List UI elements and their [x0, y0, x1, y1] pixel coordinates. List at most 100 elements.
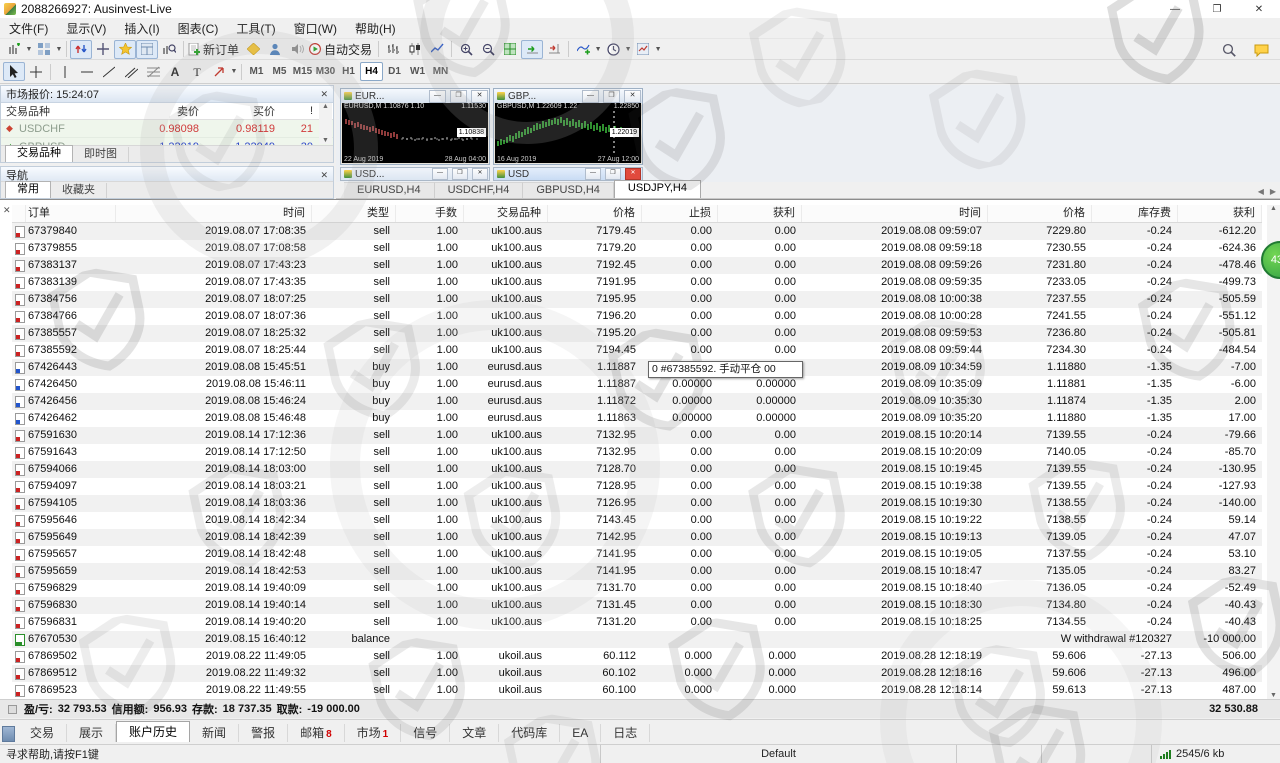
col-lots[interactable]: 手数 [396, 205, 464, 222]
profiles-caret-icon[interactable]: ▼ [55, 46, 63, 53]
metaeditor-button[interactable] [242, 40, 264, 59]
col-open-time[interactable]: 时间 [116, 205, 312, 222]
strategy-tester-toggle[interactable] [158, 40, 180, 59]
col-close-time[interactable]: 时间 [802, 205, 988, 222]
data-window-toggle[interactable] [92, 40, 114, 59]
history-row[interactable]: 67384766 2019.08.07 18:07:36 sell 1.00 u… [12, 308, 1262, 325]
new-order-button[interactable]: 新订单 [187, 40, 242, 59]
chart-tab[interactable]: GBPUSD,H4 [523, 182, 614, 198]
chart-restore-icon[interactable]: ❐ [452, 168, 468, 180]
history-row[interactable]: 67384756 2019.08.07 18:07:25 sell 1.00 u… [12, 291, 1262, 308]
chart-canvas[interactable]: EURUSD,M 1.10876 1.10 1.11530 1.10838 22 … [342, 103, 488, 163]
terminal-toggle[interactable] [136, 39, 158, 59]
minimized-chart-usdchf[interactable]: USD... — ❐ ✕ [340, 167, 490, 181]
terminal-tab[interactable]: 日志 [601, 724, 651, 742]
sound-button[interactable] [286, 40, 308, 59]
profiles-button[interactable] [33, 40, 55, 59]
bar-chart-button[interactable] [382, 40, 404, 59]
scroll-up-icon[interactable]: ▲ [1270, 205, 1277, 212]
history-row[interactable]: 67594066 2019.08.14 18:03:00 sell 1.00 u… [12, 461, 1262, 478]
scroll-up-icon[interactable]: ▲ [322, 103, 329, 110]
channel-tool-button[interactable] [120, 62, 142, 81]
horizontal-line-tool-button[interactable] [76, 62, 98, 81]
chart-minimize-icon[interactable]: — [585, 168, 601, 180]
history-row[interactable]: 67869502 2019.08.22 11:49:05 sell 1.00 u… [12, 648, 1262, 665]
history-row[interactable]: 67426450 2019.08.08 15:46:11 buy 1.00 eu… [12, 376, 1262, 393]
chart-tab[interactable]: EURUSD,H4 [344, 182, 435, 198]
periods-caret-icon[interactable]: ▼ [624, 46, 632, 53]
indicators-caret-icon[interactable]: ▼ [594, 46, 602, 53]
minimize-window-icon[interactable]: — [1154, 0, 1196, 18]
chart-canvas[interactable]: GBPUSD,M 1.22609 1.22 1.22850 1.22019 16 … [495, 103, 641, 163]
market-watch-titlebar[interactable]: 市场报价: 15:24:07 ✕ [1, 86, 333, 103]
history-row[interactable]: 67385557 2019.08.07 18:25:32 sell 1.00 u… [12, 325, 1262, 342]
col-swap[interactable]: 库存费 [1092, 205, 1178, 222]
trendline-tool-button[interactable] [98, 62, 120, 81]
terminal-tab[interactable]: 账户历史 [116, 721, 191, 742]
maximize-window-icon[interactable]: ❐ [1196, 0, 1238, 18]
chart-restore-icon[interactable]: ❐ [450, 89, 467, 103]
menu-item[interactable]: 插入(I) [115, 18, 168, 39]
tab-scroll-left-icon[interactable]: ◀ [1258, 187, 1264, 196]
col-symbol[interactable]: 交易品种 [464, 205, 548, 222]
col-type[interactable]: 类型 [312, 205, 396, 222]
history-row[interactable]: 67596829 2019.08.14 19:40:09 sell 1.00 u… [12, 580, 1262, 597]
mw-col-symbol[interactable]: 交易品种 [1, 103, 119, 119]
templates-button[interactable] [632, 40, 654, 59]
history-row[interactable]: 67426443 2019.08.08 15:45:51 buy 1.00 eu… [12, 359, 1262, 376]
history-row[interactable]: 67383139 2019.08.07 17:43:35 sell 1.00 u… [12, 274, 1262, 291]
chart-minimize-icon[interactable]: — [432, 168, 448, 180]
market-watch-scrollbar[interactable]: ▲ ▼ [319, 103, 332, 144]
market-watch-close-icon[interactable]: ✕ [320, 89, 328, 100]
chart-window-titlebar[interactable]: EUR... — ❐ ✕ [341, 89, 489, 103]
market-watch-tab[interactable]: 交易品种 [5, 145, 73, 162]
indicators-button[interactable] [572, 40, 594, 59]
zoom-out-button[interactable] [477, 40, 499, 59]
history-row[interactable]: 67591630 2019.08.14 17:12:36 sell 1.00 u… [12, 427, 1262, 444]
terminal-tab[interactable]: 展示 [67, 724, 117, 742]
line-chart-button[interactable] [426, 40, 448, 59]
chart-tab[interactable]: USDJPY,H4 [613, 180, 701, 198]
period-button[interactable]: D1 [383, 62, 406, 81]
period-button[interactable]: M15 [291, 62, 314, 81]
col-profit[interactable]: 获利 [1178, 205, 1262, 222]
candlestick-chart-button[interactable] [404, 40, 426, 59]
col-stop-loss[interactable]: 止损 [642, 205, 718, 222]
terminal-tab[interactable]: 市场 1 [345, 724, 402, 742]
scroll-down-icon[interactable]: ▼ [322, 137, 329, 144]
terminal-tab[interactable]: 信号 [401, 724, 451, 742]
market-watch-row[interactable]: ◆ USDCHF 0.98098 0.98119 21 [1, 120, 333, 138]
period-button[interactable]: M30 [314, 62, 337, 81]
community-button[interactable] [264, 40, 286, 59]
chart-restore-icon[interactable]: ❐ [605, 168, 621, 180]
terminal-tab[interactable]: 邮箱 8 [288, 724, 345, 742]
zoom-in-button[interactable] [455, 40, 477, 59]
menu-item[interactable]: 窗口(W) [285, 18, 346, 39]
history-row[interactable]: 67595659 2019.08.14 18:42:53 sell 1.00 u… [12, 563, 1262, 580]
crosshair-tool-button[interactable] [25, 62, 47, 81]
history-row[interactable]: 67869512 2019.08.22 11:49:32 sell 1.00 u… [12, 665, 1262, 682]
text-label-tool-button[interactable]: T [186, 62, 208, 81]
new-chart-caret-icon[interactable]: ▼ [25, 46, 33, 53]
history-row[interactable]: 67595646 2019.08.14 18:42:34 sell 1.00 u… [12, 512, 1262, 529]
terminal-close-icon[interactable]: ✕ [3, 205, 11, 216]
chart-tab[interactable]: USDCHF,H4 [434, 182, 524, 198]
new-chart-button[interactable] [3, 40, 25, 59]
terminal-tab[interactable]: 新闻 [190, 724, 240, 742]
chat-icon[interactable] [1250, 41, 1272, 60]
chart-close-icon[interactable]: ✕ [471, 89, 488, 103]
history-row[interactable]: 67596831 2019.08.14 19:40:20 sell 1.00 u… [12, 614, 1262, 631]
status-profile[interactable]: Default [600, 745, 956, 763]
chart-minimize-icon[interactable]: — [429, 89, 446, 103]
navigator-toggle[interactable] [114, 39, 136, 59]
cursor-tool-button[interactable] [3, 62, 25, 81]
period-button[interactable]: W1 [406, 62, 429, 81]
close-window-icon[interactable]: ✕ [1238, 0, 1280, 18]
history-row[interactable]: 67379840 2019.08.07 17:08:35 sell 1.00 u… [12, 223, 1262, 240]
col-take-profit[interactable]: 获利 [718, 205, 802, 222]
navigator-close-icon[interactable]: ✕ [320, 170, 328, 181]
navigator-tab[interactable]: 常用 [5, 181, 51, 198]
menu-item[interactable]: 工具(T) [227, 18, 284, 39]
history-row[interactable]: 67591643 2019.08.14 17:12:50 sell 1.00 u… [12, 444, 1262, 461]
terminal-tab[interactable]: 警报 [239, 724, 289, 742]
